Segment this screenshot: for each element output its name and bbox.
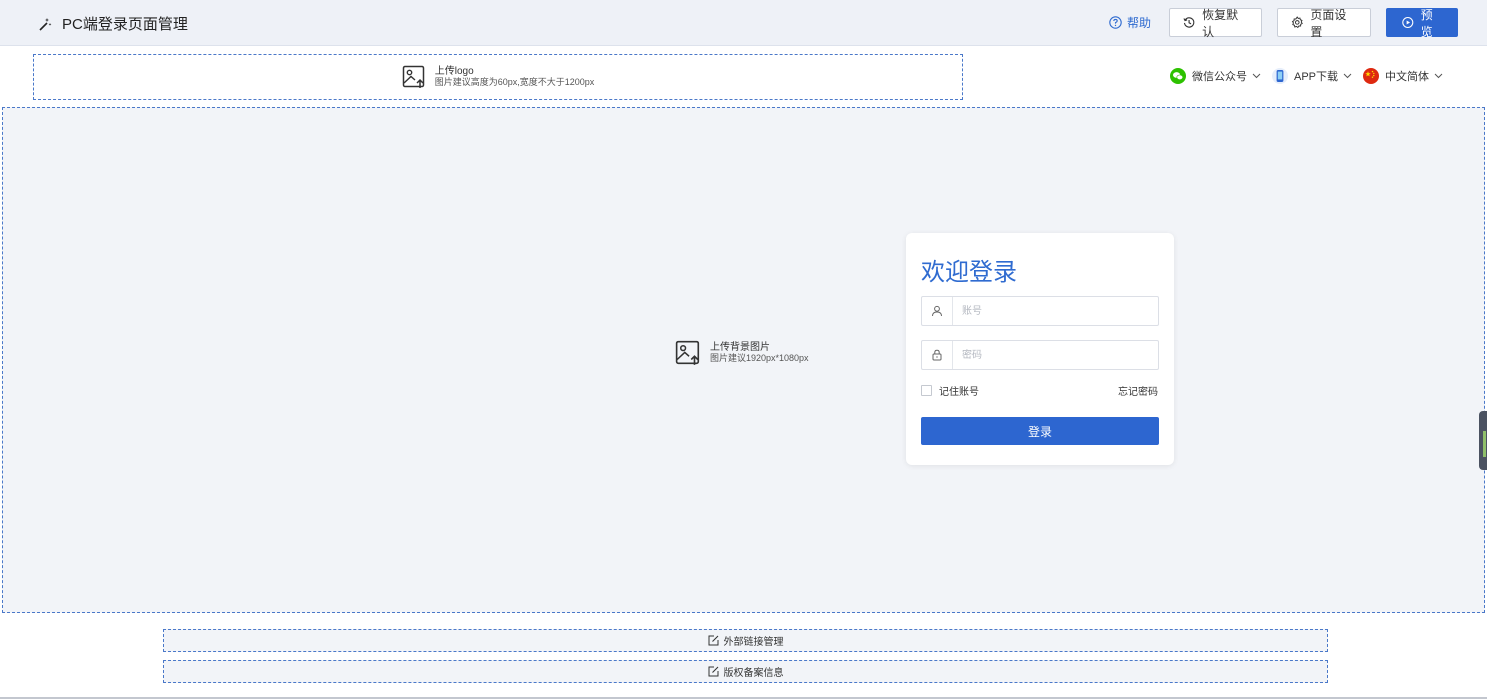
page-settings-label: 页面设置	[1310, 7, 1347, 39]
restore-default-button[interactable]: 恢复默认	[1169, 7, 1262, 39]
account-field	[921, 296, 1159, 326]
title-wrap: PC端登录页面管理	[38, 13, 188, 34]
magic-wand-icon	[39, 17, 52, 31]
image-upload-icon	[675, 340, 700, 365]
background-upload-area[interactable]: 上传背景图片 图片建议1920px*1080px	[2, 107, 1485, 613]
lock-icon	[922, 341, 953, 369]
external-links-label: 外部链接管理	[723, 637, 784, 648]
header-actions: 帮助 恢复默认 页面设置 预览	[1109, 7, 1458, 39]
app-download-label: APP下载	[1293, 71, 1338, 83]
image-upload-icon	[402, 65, 424, 88]
chevron-down-icon	[1434, 73, 1443, 79]
background-upload-hint: 图片建议1920px*1080px	[710, 353, 809, 363]
wechat-label: 微信公众号	[1191, 71, 1247, 83]
login-card: 欢迎登录 记住账号 忘记密码 登录	[906, 233, 1174, 465]
checkbox-box[interactable]	[921, 385, 932, 396]
edit-icon	[708, 666, 718, 677]
user-icon	[922, 297, 953, 325]
gear-icon	[1291, 16, 1303, 29]
login-button[interactable]: 登录	[921, 417, 1159, 445]
copyright-record-bar[interactable]: 版权备案信息	[163, 660, 1328, 683]
side-panel-handle[interactable]	[1479, 411, 1487, 470]
china-flag-icon	[1363, 68, 1379, 84]
language-dropdown[interactable]: 中文简体	[1363, 68, 1443, 84]
background-upload-title: 上传背景图片	[710, 342, 770, 353]
play-circle-icon	[1402, 16, 1414, 29]
phone-icon	[1271, 68, 1288, 84]
preview-label: 预览	[1420, 7, 1433, 39]
chevron-down-icon	[1343, 73, 1352, 79]
help-link[interactable]: 帮助	[1109, 14, 1151, 31]
password-field	[921, 340, 1159, 370]
account-input[interactable]	[953, 297, 1158, 325]
edit-icon	[708, 635, 718, 646]
password-input[interactable]	[953, 341, 1158, 369]
remember-account-label: 记住账号	[939, 387, 979, 398]
remember-account-checkbox[interactable]: 记住账号	[921, 383, 979, 398]
page-title: PC端登录页面管理	[62, 16, 188, 33]
logo-upload-text: 上传logo 图片建议高度为60px,宽度不大于1200px	[435, 66, 595, 88]
background-upload-content: 上传背景图片 图片建议1920px*1080px	[675, 340, 809, 366]
app-download-dropdown[interactable]: APP下载	[1271, 68, 1352, 84]
restore-default-label: 恢复默认	[1202, 7, 1239, 39]
help-label: 帮助	[1126, 16, 1151, 30]
copyright-record-label: 版权备案信息	[723, 668, 784, 679]
preview-button[interactable]: 预览	[1386, 7, 1458, 39]
logo-upload-hint: 图片建议高度为60px,宽度不大于1200px	[434, 77, 595, 87]
top-header: PC端登录页面管理 帮助 恢复默认 页面设置 预览	[0, 0, 1487, 46]
top-right-nav: 微信公众号 APP下载 中文简体	[1159, 68, 1443, 84]
history-icon	[1183, 17, 1195, 28]
page-settings-button[interactable]: 页面设置	[1277, 7, 1371, 39]
external-links-bar[interactable]: 外部链接管理	[163, 629, 1328, 652]
logo-upload-content: 上传logo 图片建议高度为60px,宽度不大于1200px	[402, 65, 595, 89]
language-label: 中文简体	[1385, 71, 1429, 83]
forgot-password-link[interactable]: 忘记密码	[1118, 383, 1158, 398]
wechat-dropdown[interactable]: 微信公众号	[1169, 68, 1261, 84]
question-circle-icon	[1109, 16, 1122, 29]
logo-upload-area[interactable]: 上传logo 图片建议高度为60px,宽度不大于1200px	[33, 54, 963, 100]
background-upload-text: 上传背景图片 图片建议1920px*1080px	[710, 342, 809, 364]
wechat-icon	[1169, 68, 1186, 84]
login-title: 欢迎登录	[921, 259, 1017, 286]
logo-upload-title: 上传logo	[434, 66, 474, 77]
chevron-down-icon	[1252, 73, 1261, 79]
